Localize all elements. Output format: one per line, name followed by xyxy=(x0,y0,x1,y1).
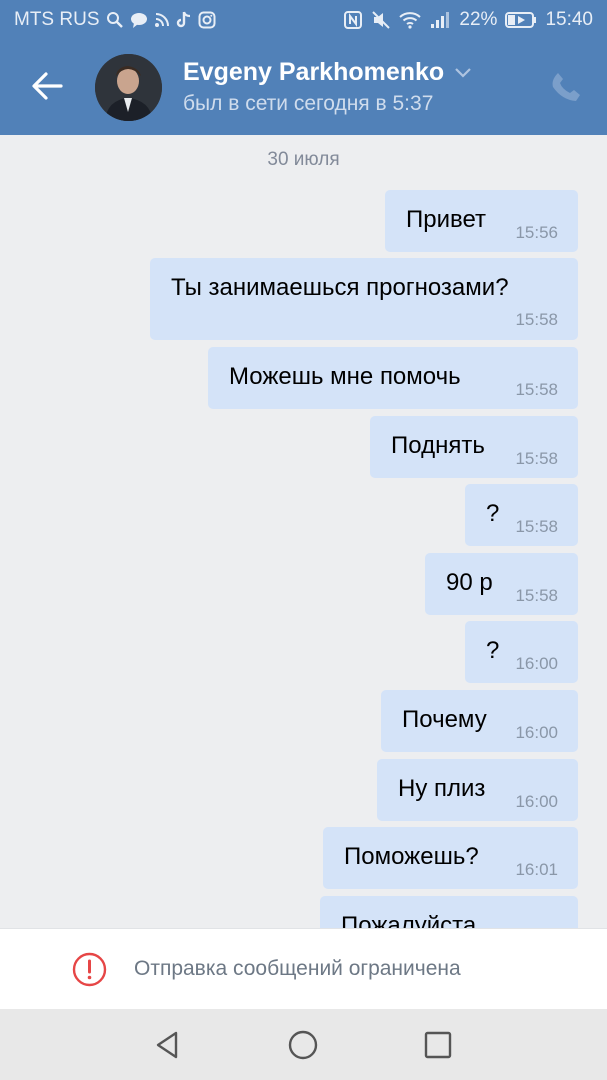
mute-icon xyxy=(372,11,391,29)
message-bubble[interactable]: Можешь мне помочь 15:58 xyxy=(208,347,578,409)
warning-icon xyxy=(72,952,107,987)
message-text: Почему xyxy=(402,706,487,733)
message-text: ? xyxy=(486,500,500,527)
status-bar: MTS RUS 22% 15:40 xyxy=(0,0,607,40)
message-text: Ты занимаешься прогнозами? xyxy=(171,274,509,301)
contact-name[interactable]: Evgeny Parkhomenko xyxy=(183,58,472,87)
message-time: 15:58 xyxy=(515,586,558,605)
nfc-icon xyxy=(344,11,363,29)
wifi-icon xyxy=(399,12,422,29)
message-list[interactable]: 30 июля Привет 15:56 Ты занимаешься прог… xyxy=(0,135,607,928)
chat-header: Evgeny Parkhomenko был в сети сегодня в … xyxy=(0,40,607,135)
chat-bubble-icon xyxy=(130,13,147,28)
battery-icon xyxy=(505,12,537,28)
message-text: 90 р xyxy=(446,569,493,596)
restriction-message: Отправка сообщений ограничена xyxy=(134,957,461,980)
tiktok-icon xyxy=(176,11,190,28)
message-time: 16:00 xyxy=(515,792,558,811)
contact-name-text: Evgeny Parkhomenko xyxy=(183,58,445,86)
rss-icon xyxy=(154,13,169,27)
chevron-down-icon[interactable] xyxy=(454,67,472,79)
instagram-icon xyxy=(198,11,215,29)
message-text: Ну плиз xyxy=(398,775,486,802)
message-time: 16:00 xyxy=(515,723,558,742)
phone-icon[interactable] xyxy=(549,70,583,104)
message-bubble[interactable]: Поможешь? 16:01 xyxy=(323,827,578,889)
message-text: Пожалуйста xyxy=(341,912,477,928)
message-text: Привет xyxy=(406,206,487,233)
back-arrow-icon[interactable] xyxy=(30,68,66,104)
message-time: 15:56 xyxy=(515,223,558,242)
message-text: ? xyxy=(486,637,500,664)
nav-back-icon[interactable] xyxy=(152,1029,184,1061)
carrier-label: MTS RUS xyxy=(14,9,100,30)
message-time: 16:00 xyxy=(515,654,558,673)
message-text: Поднять xyxy=(391,432,485,459)
message-bubble[interactable]: Ты занимаешься прогнозами? 15:58 xyxy=(150,258,578,340)
message-bubble[interactable]: ? 15:58 xyxy=(465,484,578,546)
message-time: 15:58 xyxy=(515,517,558,536)
message-text: Поможешь? xyxy=(344,843,479,870)
signal-icon xyxy=(431,12,450,28)
battery-percent: 22% xyxy=(459,9,498,30)
messaging-restricted-bar: Отправка сообщений ограничена xyxy=(0,928,607,1010)
message-bubble[interactable]: Ну плиз 16:00 xyxy=(377,759,578,821)
clock: 15:40 xyxy=(545,9,593,30)
message-bubble[interactable]: 90 р 15:58 xyxy=(425,553,578,615)
message-bubble[interactable]: ? 16:00 xyxy=(465,621,578,683)
search-icon xyxy=(106,12,123,28)
message-time: 15:58 xyxy=(515,310,558,329)
date-separator: 30 июля xyxy=(267,149,340,170)
nav-home-icon[interactable] xyxy=(287,1029,319,1061)
message-bubble[interactable]: Поднять 15:58 xyxy=(370,416,578,478)
nav-recents-icon[interactable] xyxy=(422,1029,454,1061)
last-seen-status: был в сети сегодня в 5:37 xyxy=(183,92,434,115)
system-navigation-bar xyxy=(0,1009,607,1080)
message-time: 15:58 xyxy=(515,449,558,468)
message-bubble[interactable]: Привет 15:56 xyxy=(385,190,578,252)
message-time: 16:01 xyxy=(515,860,558,879)
message-bubble[interactable]: Почему 16:00 xyxy=(381,690,578,752)
message-time: 15:58 xyxy=(515,380,558,399)
top-bar: MTS RUS 22% 15:40 Evgeny Parkhomenko был… xyxy=(0,0,607,135)
avatar[interactable] xyxy=(95,54,162,121)
message-text: Можешь мне помочь xyxy=(229,363,461,390)
message-bubble[interactable]: Пожалуйста xyxy=(320,896,578,928)
